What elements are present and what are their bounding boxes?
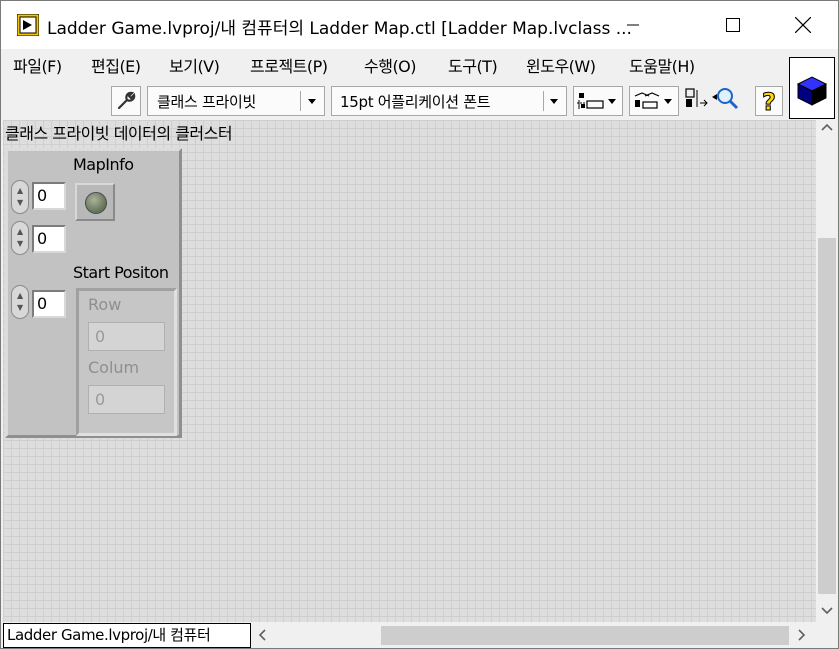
distribute-objects-button[interactable] bbox=[629, 86, 679, 116]
maximize-icon bbox=[726, 18, 740, 32]
scroll-down-icon[interactable] bbox=[821, 604, 833, 620]
chevron-down-icon bbox=[308, 99, 316, 104]
decrement-icon: ▼ bbox=[17, 198, 24, 207]
numeric-spinner-1[interactable]: ▲ ▼ bbox=[11, 180, 29, 214]
decrement-icon: ▼ bbox=[17, 303, 24, 312]
chevron-down-icon bbox=[550, 99, 558, 104]
cluster-label: 클래스 프라이빗 데이터의 클러스터 bbox=[5, 124, 233, 143]
menu-bar: 파일(F) 편집(E) 보기(V) 프로젝트(P) 수행(O) 도구(T) 윈도… bbox=[1, 49, 838, 79]
minimize-button[interactable] bbox=[598, 1, 668, 49]
application-instance-field[interactable]: Ladder Game.lvproj/내 컴퓨터 bbox=[3, 623, 251, 648]
title-bar[interactable]: Ladder Game.lvproj/내 컴퓨터의 Ladder Map.ctl… bbox=[1, 1, 838, 49]
row-label: Row bbox=[88, 295, 122, 314]
decrement-icon: ▼ bbox=[17, 239, 24, 248]
menu-project[interactable]: 프로젝트(P) bbox=[250, 53, 328, 77]
start-position-cluster[interactable]: Row 0 Colum 0 bbox=[76, 288, 177, 436]
numeric-input-1[interactable]: 0 bbox=[32, 182, 66, 210]
properties-button[interactable] bbox=[111, 86, 141, 116]
wrench-icon bbox=[117, 91, 136, 110]
menu-file[interactable]: 파일(F) bbox=[13, 53, 62, 77]
scroll-left-icon[interactable] bbox=[257, 629, 269, 645]
distribute-objects-icon bbox=[634, 92, 672, 109]
dropdown-separator bbox=[300, 91, 301, 111]
svg-text:?: ? bbox=[762, 88, 776, 115]
close-button[interactable] bbox=[768, 1, 838, 49]
access-scope-dropdown[interactable]: 클래스 프라이빗 bbox=[147, 86, 325, 116]
toolbar: 클래스 프라이빗 15pt 어플리케이션 폰트 ? bbox=[1, 81, 788, 119]
menu-view[interactable]: 보기(V) bbox=[169, 53, 220, 77]
vertical-scrollbar[interactable] bbox=[816, 120, 838, 622]
access-scope-label: 클래스 프라이빗 bbox=[157, 93, 256, 111]
mapinfo-label: MapInfo bbox=[73, 155, 134, 174]
window-title: Ladder Game.lvproj/내 컴퓨터의 Ladder Map.ctl… bbox=[47, 19, 632, 39]
numeric-input-2[interactable]: 0 bbox=[32, 225, 66, 253]
menu-tools[interactable]: 도구(T) bbox=[448, 53, 498, 77]
increment-icon: ▲ bbox=[17, 291, 24, 300]
boolean-led[interactable] bbox=[85, 192, 107, 214]
menu-operate[interactable]: 수행(O) bbox=[364, 53, 417, 77]
align-objects-icon bbox=[577, 93, 616, 109]
horizontal-scroll-thumb[interactable] bbox=[381, 626, 789, 645]
font-dropdown[interactable]: 15pt 어플리케이션 폰트 bbox=[331, 86, 567, 116]
menu-window[interactable]: 윈도우(W) bbox=[526, 53, 596, 77]
start-position-label: Start Positon bbox=[73, 263, 169, 282]
maximize-button[interactable] bbox=[698, 1, 768, 49]
private-data-cluster[interactable]: MapInfo ▲ ▼ 0 ▲ ▼ 0 Start Positon ▲ ▼ 0 … bbox=[5, 148, 182, 438]
font-label: 15pt 어플리케이션 폰트 bbox=[340, 93, 491, 111]
increment-icon: ▲ bbox=[17, 227, 24, 236]
help-icon: ? bbox=[762, 88, 777, 116]
minimize-icon bbox=[627, 24, 639, 26]
increment-icon: ▲ bbox=[17, 186, 24, 195]
numeric-spinner-2[interactable]: ▲ ▼ bbox=[11, 221, 29, 255]
context-help-button[interactable]: ? bbox=[755, 86, 783, 116]
menu-edit[interactable]: 편집(E) bbox=[91, 53, 141, 77]
labview-vi-icon bbox=[17, 14, 39, 36]
numeric-spinner-3[interactable]: ▲ ▼ bbox=[11, 285, 29, 319]
vi-icon-panel[interactable] bbox=[789, 57, 835, 119]
scroll-up-icon[interactable] bbox=[821, 122, 833, 138]
close-icon bbox=[795, 17, 811, 33]
dropdown-separator bbox=[543, 91, 544, 111]
menu-help[interactable]: 도움말(H) bbox=[629, 53, 695, 77]
scroll-right-icon[interactable] bbox=[795, 629, 807, 645]
horizontal-scrollbar[interactable] bbox=[251, 623, 816, 648]
align-objects-button[interactable] bbox=[573, 86, 623, 116]
resize-zoom-group bbox=[681, 86, 751, 116]
vertical-scroll-thumb[interactable] bbox=[818, 238, 836, 594]
colum-field[interactable]: 0 bbox=[88, 385, 165, 414]
application-window: Ladder Game.lvproj/내 컴퓨터의 Ladder Map.ctl… bbox=[0, 0, 839, 649]
front-panel-canvas[interactable]: 클래스 프라이빗 데이터의 클러스터 MapInfo ▲ ▼ 0 ▲ ▼ 0 S… bbox=[3, 120, 816, 622]
zoom-icon[interactable] bbox=[711, 86, 741, 112]
class-cube-icon bbox=[796, 76, 828, 106]
colum-label: Colum bbox=[88, 358, 140, 377]
resize-objects-icon[interactable] bbox=[683, 86, 709, 112]
row-field[interactable]: 0 bbox=[88, 322, 165, 351]
numeric-input-3[interactable]: 0 bbox=[32, 290, 66, 318]
boolean-led-frame bbox=[75, 183, 115, 221]
